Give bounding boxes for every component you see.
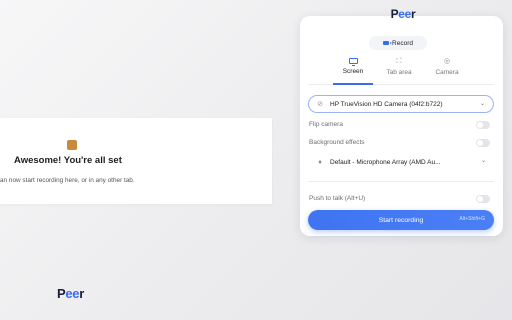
video-camera-icon <box>383 41 392 45</box>
brand-logo-bottom: Peer <box>57 286 84 301</box>
camera-off-icon: ⊘ <box>317 101 323 108</box>
flip-camera-toggle[interactable] <box>476 121 490 129</box>
monitor-icon <box>348 58 358 66</box>
options-divider <box>308 181 494 182</box>
brand-letter-end: r <box>411 7 416 21</box>
tab-label: Tab area <box>386 69 412 76</box>
tab-screen[interactable]: Screen <box>333 58 373 84</box>
welcome-title: Awesome! You're all set <box>14 155 122 166</box>
chevron-down-icon: ⌄ <box>479 101 485 107</box>
start-recording-label: Start recording <box>378 216 424 224</box>
microphone-icon: ♦ <box>318 158 322 166</box>
push-to-talk-toggle[interactable] <box>476 195 490 203</box>
crop-area-icon: ⛶ <box>396 58 402 65</box>
chevron-down-icon: ⌄ <box>480 158 486 164</box>
background-effects-label: Background effects <box>309 139 365 146</box>
record-label: Record <box>392 39 413 47</box>
background-effects-toggle[interactable] <box>476 139 490 147</box>
camera-icon: ◎ <box>443 58 451 65</box>
active-tab-indicator <box>333 83 373 85</box>
record-mode-pill[interactable]: Record <box>369 36 427 50</box>
brand-logo-top: Peer <box>386 7 420 25</box>
camera-select-value: HP TrueVision HD Camera (04f2:b722) <box>330 100 443 108</box>
tab-camera[interactable]: ◎ Camera <box>427 58 467 84</box>
box-emoji-icon <box>67 140 77 150</box>
push-to-talk-label: Push to talk (Alt+U) <box>309 195 366 202</box>
flip-camera-label: Flip camera <box>309 121 343 128</box>
camera-select[interactable]: ⊘ HP TrueVision HD Camera (04f2:b722) ⌄ <box>308 95 494 113</box>
brand-letter-highlight: ee <box>398 7 412 21</box>
microphone-select[interactable]: ♦ Default - Microphone Array (AMD Au... … <box>308 153 494 171</box>
brand-letter-end: r <box>79 286 85 301</box>
tab-label: Camera <box>435 69 459 76</box>
start-recording-shortcut: Alt+Shift+G <box>459 216 485 222</box>
tab-area[interactable]: ⛶ Tab area <box>379 58 419 84</box>
welcome-subtitle: an now start recording here, or in any o… <box>0 177 135 184</box>
brand-letter-highlight: ee <box>65 286 80 301</box>
start-recording-button[interactable]: Start recording Alt+Shift+G <box>308 210 494 230</box>
microphone-select-value: Default - Microphone Array (AMD Au... <box>330 158 441 166</box>
tab-label: Screen <box>342 68 364 75</box>
